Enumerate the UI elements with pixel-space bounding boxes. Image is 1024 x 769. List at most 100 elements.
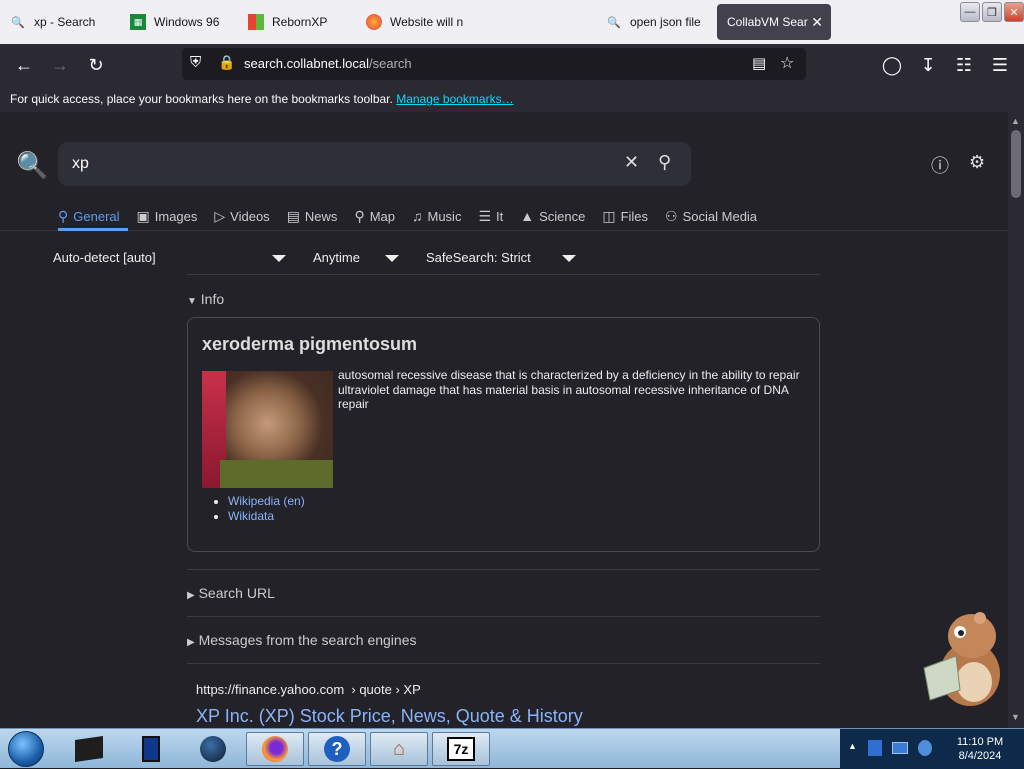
tab-windows96[interactable]: ▦ Windows 96 xyxy=(120,4,238,40)
tray-app-icon[interactable] xyxy=(868,740,882,756)
clock[interactable]: 11:10 PM 8/4/2024 xyxy=(946,735,1014,763)
network-icon[interactable] xyxy=(892,742,908,754)
image-icon: ▣ xyxy=(136,207,150,224)
tab-label: xp - Search xyxy=(34,15,96,29)
page-scrollbar[interactable]: ▲ ▼ xyxy=(1008,112,1024,728)
scroll-up-icon[interactable]: ▲ xyxy=(1011,116,1020,126)
maximize-button[interactable]: ❐ xyxy=(982,2,1002,22)
hamster-mascot-icon xyxy=(923,612,1000,706)
close-window-button[interactable]: ✕ xyxy=(1004,2,1024,22)
tab-map[interactable]: ⚲ Map xyxy=(354,204,395,228)
time-range-select[interactable]: Anytime xyxy=(313,250,360,265)
active-tab-indicator xyxy=(58,228,128,231)
tab-general[interactable]: ⚲ General xyxy=(58,204,120,228)
tab-social-media[interactable]: ⚇ Social Media xyxy=(665,204,757,228)
tab-files[interactable]: ◫ Files xyxy=(602,204,648,228)
tab-videos[interactable]: ▷ Videos xyxy=(214,204,269,228)
triangle-down-icon: ▼ xyxy=(187,296,197,307)
taskbar-7zip[interactable]: 7z xyxy=(432,732,490,766)
tab-label: Social Media xyxy=(682,208,758,224)
search-url-toggle[interactable]: ▶ Search URL xyxy=(187,585,275,601)
tab-label: Files xyxy=(620,208,649,224)
volume-icon[interactable] xyxy=(918,740,932,756)
infobox-links: Wikipedia (en) Wikidata xyxy=(228,494,305,524)
url-text[interactable]: search.collabnet.local/search xyxy=(244,56,412,71)
search-input[interactable]: xp ✕ ⚲ xyxy=(58,142,691,186)
taskbar-app-globe[interactable] xyxy=(184,732,242,766)
list-item: Wikidata xyxy=(228,509,305,524)
url-bar[interactable]: ⛨ 🔒 search.collabnet.local/search ▤ ☆ xyxy=(182,48,806,80)
tab-collabvm-search[interactable]: CollabVM Sear ✕ xyxy=(717,4,831,40)
lock-icon[interactable]: 🔒 xyxy=(218,54,235,71)
searx-logo-icon[interactable]: 🔍 xyxy=(16,150,48,181)
bookmark-star-icon[interactable]: ☆ xyxy=(780,53,794,73)
list-item: Wikipedia (en) xyxy=(228,494,305,509)
info-toggle[interactable]: ▼ Info xyxy=(187,291,224,307)
nav-bar: ← → ↻ ⛨ 🔒 search.collabnet.local/search … xyxy=(0,44,1024,86)
chevron-down-icon[interactable] xyxy=(272,255,286,262)
manage-bookmarks-link[interactable]: Manage bookmarks… xyxy=(396,92,513,106)
start-button[interactable] xyxy=(8,731,44,767)
forward-button[interactable]: → xyxy=(48,53,72,77)
tab-xp-search[interactable]: 🔍 xp - Search xyxy=(0,4,120,40)
tab-label: CollabVM Sear xyxy=(727,15,808,29)
tray-expand-icon[interactable]: ▲ xyxy=(848,741,857,751)
info-summary-label: Info xyxy=(200,291,225,307)
people-icon: ⚇ xyxy=(665,207,678,224)
taskbar-app-box[interactable] xyxy=(60,732,118,766)
tab-label: General xyxy=(73,208,120,224)
shield-icon[interactable]: ⛨ xyxy=(190,54,201,71)
extensions-icon[interactable]: ☷ xyxy=(952,53,976,77)
infobox-title: xeroderma pigmentosum xyxy=(202,334,418,354)
taskbar-app-house[interactable]: ⌂ xyxy=(370,732,428,766)
settings-gear-icon[interactable]: ⚙ xyxy=(969,152,985,173)
close-tab-icon[interactable]: ✕ xyxy=(811,14,823,31)
result-domain: https://finance.yahoo.com xyxy=(196,682,345,697)
wikipedia-link[interactable]: Wikipedia (en) xyxy=(228,494,305,508)
search-submit-icon[interactable]: ⚲ xyxy=(658,152,671,173)
pocket-icon[interactable]: ◯ xyxy=(880,53,904,77)
taskbar: ? ⌂ 7z ▲ 11:10 PM 8/4/2024 xyxy=(0,728,1024,769)
taskbar-help[interactable]: ? xyxy=(308,732,366,766)
taskbar-app-device[interactable] xyxy=(122,732,180,766)
language-select[interactable]: Auto-detect [auto] xyxy=(53,250,156,265)
tab-science[interactable]: ▲ Science xyxy=(520,204,585,228)
info-icon[interactable]: ⓘ xyxy=(931,152,949,178)
tab-rebornxp[interactable]: RebornXP xyxy=(238,4,356,40)
scroll-down-icon[interactable]: ▼ xyxy=(1011,712,1020,722)
safesearch-select[interactable]: SafeSearch: Strict xyxy=(426,250,531,265)
tab-open-json[interactable]: 🔍 open json file xyxy=(596,4,714,40)
minimize-button[interactable]: — xyxy=(960,2,980,22)
wikidata-link[interactable]: Wikidata xyxy=(228,509,274,523)
chevron-down-icon[interactable] xyxy=(562,255,576,262)
chevron-down-icon[interactable] xyxy=(385,255,399,262)
firefox-icon xyxy=(366,14,382,30)
back-button[interactable]: ← xyxy=(12,53,36,77)
tab-website[interactable]: Website will n xyxy=(356,4,596,40)
tab-news[interactable]: ▤ News xyxy=(287,204,338,228)
taskbar-firefox[interactable] xyxy=(246,732,304,766)
bookmarks-toolbar: For quick access, place your bookmarks h… xyxy=(0,86,1024,112)
divider xyxy=(187,616,820,617)
engine-messages-toggle[interactable]: ▶ Messages from the search engines xyxy=(187,632,416,648)
tab-music[interactable]: ♫ Music xyxy=(412,204,461,228)
download-icon[interactable]: ↧ xyxy=(916,53,940,77)
scroll-thumb[interactable] xyxy=(1011,130,1021,198)
tab-images[interactable]: ▣ Images xyxy=(137,204,198,228)
reader-view-icon[interactable]: ▤ xyxy=(752,54,766,72)
menu-icon[interactable]: ☰ xyxy=(988,53,1012,77)
triangle-right-icon: ▶ xyxy=(187,637,195,648)
result-url[interactable]: https://finance.yahoo.com › quote › XP xyxy=(196,682,421,697)
infobox-image xyxy=(202,371,333,488)
tab-label: Science xyxy=(539,208,586,224)
result-title-link[interactable]: XP Inc. (XP) Stock Price, News, Quote & … xyxy=(196,706,583,727)
search-icon: 🔍 xyxy=(607,16,621,29)
tab-it[interactable]: ☰ It xyxy=(478,204,503,228)
category-tabs: ⚲ General ▣ Images ▷ Videos ▤ News ⚲ Map ♫ Mus… xyxy=(58,204,774,228)
reload-button[interactable]: ↻ xyxy=(84,53,108,77)
infobox-card: xeroderma pigmentosum autosomal recessiv… xyxy=(187,317,820,552)
category-divider xyxy=(0,230,1008,231)
search-query[interactable]: xp xyxy=(72,155,89,173)
clear-search-icon[interactable]: ✕ xyxy=(624,152,639,173)
tab-label: It xyxy=(496,208,504,224)
